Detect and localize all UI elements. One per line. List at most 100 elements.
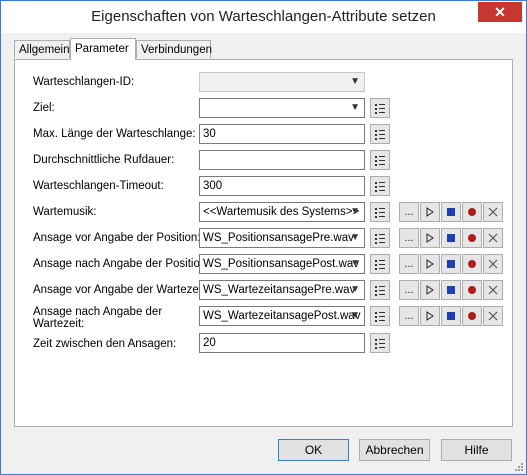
play-icon xyxy=(426,233,434,243)
interval-input[interactable]: 20 xyxy=(199,333,365,353)
delete-icon xyxy=(488,233,498,243)
ann-wait-after-play-button[interactable] xyxy=(420,306,440,326)
ann-pos-before-record-button[interactable] xyxy=(462,228,482,248)
chevron-down-icon: ▼ xyxy=(350,76,360,87)
ann-pos-before-stop-button[interactable] xyxy=(441,228,461,248)
ann-wait-after-record-button[interactable] xyxy=(462,306,482,326)
list-icon xyxy=(375,286,385,296)
label-ann-pos-after: Ansage nach Angabe der Position: xyxy=(33,258,210,270)
label-max-length: Max. Länge der Warteschlange: xyxy=(33,128,196,140)
timeout-list-button[interactable] xyxy=(370,176,390,196)
list-icon xyxy=(375,312,385,322)
help-button[interactable]: Hilfe xyxy=(441,439,512,461)
ann-pos-after-record-button[interactable] xyxy=(462,254,482,274)
parameter-panel: Warteschlangen-ID: ▼ Ziel: ▼ Max. Länge … xyxy=(14,59,513,427)
ann-wait-before-browse-button[interactable]: ... xyxy=(399,280,419,300)
delete-icon xyxy=(488,311,498,321)
max-length-input[interactable]: 30 xyxy=(199,124,365,144)
stop-icon xyxy=(447,234,455,242)
avg-duration-list-button[interactable] xyxy=(370,150,390,170)
timeout-input[interactable]: 300 xyxy=(199,176,365,196)
music-list-button[interactable] xyxy=(370,202,390,222)
tab-allgemein[interactable]: Allgemein xyxy=(14,40,70,58)
ok-button[interactable]: OK xyxy=(278,439,349,461)
music-play-button[interactable] xyxy=(420,202,440,222)
delete-icon xyxy=(488,285,498,295)
ann-wait-before-record-button[interactable] xyxy=(462,280,482,300)
stop-icon xyxy=(447,312,455,320)
record-icon xyxy=(468,312,476,320)
ann-wait-after-dropdown[interactable]: WS_WartezeitansagePost.wav ▼ xyxy=(199,306,365,326)
ziel-list-button[interactable] xyxy=(370,98,390,118)
stop-icon xyxy=(447,260,455,268)
music-dropdown[interactable]: <<Wartemusik des Systems>> ▼ xyxy=(199,202,365,222)
tab-parameter[interactable]: Parameter xyxy=(70,38,136,60)
list-icon xyxy=(375,234,385,244)
ann-pos-after-dropdown[interactable]: WS_PositionsansagePost.wav ▼ xyxy=(199,254,365,274)
play-icon xyxy=(426,285,434,295)
title-bar: Eigenschaften von Warteschlangen-Attribu… xyxy=(1,1,526,33)
chevron-down-icon: ▼ xyxy=(350,284,360,295)
ann-wait-after-browse-button[interactable]: ... xyxy=(399,306,419,326)
label-ann-wait-after-line1: Ansage nach Angabe der xyxy=(33,306,163,318)
resize-grip-icon[interactable] xyxy=(514,462,524,472)
ann-wait-after-list-button[interactable] xyxy=(370,306,390,326)
list-icon xyxy=(375,130,385,140)
ann-wait-before-dropdown[interactable]: WS_WartezeitansagePre.wav ▼ xyxy=(199,280,365,300)
label-avg-duration: Durchschnittliche Rufdauer: xyxy=(33,154,175,166)
music-delete-button[interactable] xyxy=(483,202,503,222)
record-icon xyxy=(468,286,476,294)
ann-wait-after-value: WS_WartezeitansagePost.wav xyxy=(203,310,361,322)
ann-pos-after-stop-button[interactable] xyxy=(441,254,461,274)
window-title: Eigenschaften von Warteschlangen-Attribu… xyxy=(91,8,436,25)
ann-pos-after-list-button[interactable] xyxy=(370,254,390,274)
label-ann-wait-after-line2: Wartezeit: xyxy=(33,318,85,330)
ann-pos-after-browse-button[interactable]: ... xyxy=(399,254,419,274)
ziel-dropdown[interactable]: ▼ xyxy=(199,98,365,118)
music-stop-button[interactable] xyxy=(441,202,461,222)
record-icon xyxy=(468,208,476,216)
music-value: <<Wartemusik des Systems>> xyxy=(203,206,360,218)
ann-pos-after-value: WS_PositionsansagePost.wav xyxy=(203,258,359,270)
ann-pos-after-play-button[interactable] xyxy=(420,254,440,274)
list-icon xyxy=(375,339,385,349)
list-icon xyxy=(375,208,385,218)
ann-wait-after-delete-button[interactable] xyxy=(483,306,503,326)
label-ziel: Ziel: xyxy=(33,102,55,114)
queue-id-dropdown[interactable]: ▼ xyxy=(199,72,365,92)
delete-icon xyxy=(488,207,498,217)
interval-list-button[interactable] xyxy=(370,333,390,353)
dialog-window: Eigenschaften von Warteschlangen-Attribu… xyxy=(0,0,527,475)
ann-wait-before-list-button[interactable] xyxy=(370,280,390,300)
avg-duration-input[interactable] xyxy=(199,150,365,170)
chevron-down-icon: ▼ xyxy=(350,102,360,113)
play-icon xyxy=(426,311,434,321)
tab-verbindungen[interactable]: Verbindungen xyxy=(136,40,212,58)
label-music: Wartemusik: xyxy=(33,206,97,218)
ann-wait-before-value: WS_WartezeitansagePre.wav xyxy=(203,284,356,296)
ann-wait-after-stop-button[interactable] xyxy=(441,306,461,326)
list-icon xyxy=(375,260,385,270)
ann-pos-before-dropdown[interactable]: WS_PositionsansagePre.wav ▼ xyxy=(199,228,365,248)
ann-wait-before-play-button[interactable] xyxy=(420,280,440,300)
label-ann-wait-after: Ansage nach Angabe der Wartezeit: xyxy=(33,306,162,330)
ann-wait-before-delete-button[interactable] xyxy=(483,280,503,300)
max-length-list-button[interactable] xyxy=(370,124,390,144)
ann-pos-before-list-button[interactable] xyxy=(370,228,390,248)
ann-pos-after-delete-button[interactable] xyxy=(483,254,503,274)
label-ann-pos-before: Ansage vor Angabe der Position: xyxy=(33,232,201,244)
music-browse-button[interactable]: ... xyxy=(399,202,419,222)
close-button[interactable]: ✕ xyxy=(478,2,522,22)
chevron-down-icon: ▼ xyxy=(350,206,360,217)
stop-icon xyxy=(447,208,455,216)
cancel-button[interactable]: Abbrechen xyxy=(359,439,430,461)
label-timeout: Warteschlangen-Timeout: xyxy=(33,180,164,192)
delete-icon xyxy=(488,259,498,269)
ann-wait-before-stop-button[interactable] xyxy=(441,280,461,300)
ann-pos-before-value: WS_PositionsansagePre.wav xyxy=(203,232,354,244)
ann-pos-before-browse-button[interactable]: ... xyxy=(399,228,419,248)
music-record-button[interactable] xyxy=(462,202,482,222)
ann-pos-before-delete-button[interactable] xyxy=(483,228,503,248)
play-icon xyxy=(426,259,434,269)
ann-pos-before-play-button[interactable] xyxy=(420,228,440,248)
